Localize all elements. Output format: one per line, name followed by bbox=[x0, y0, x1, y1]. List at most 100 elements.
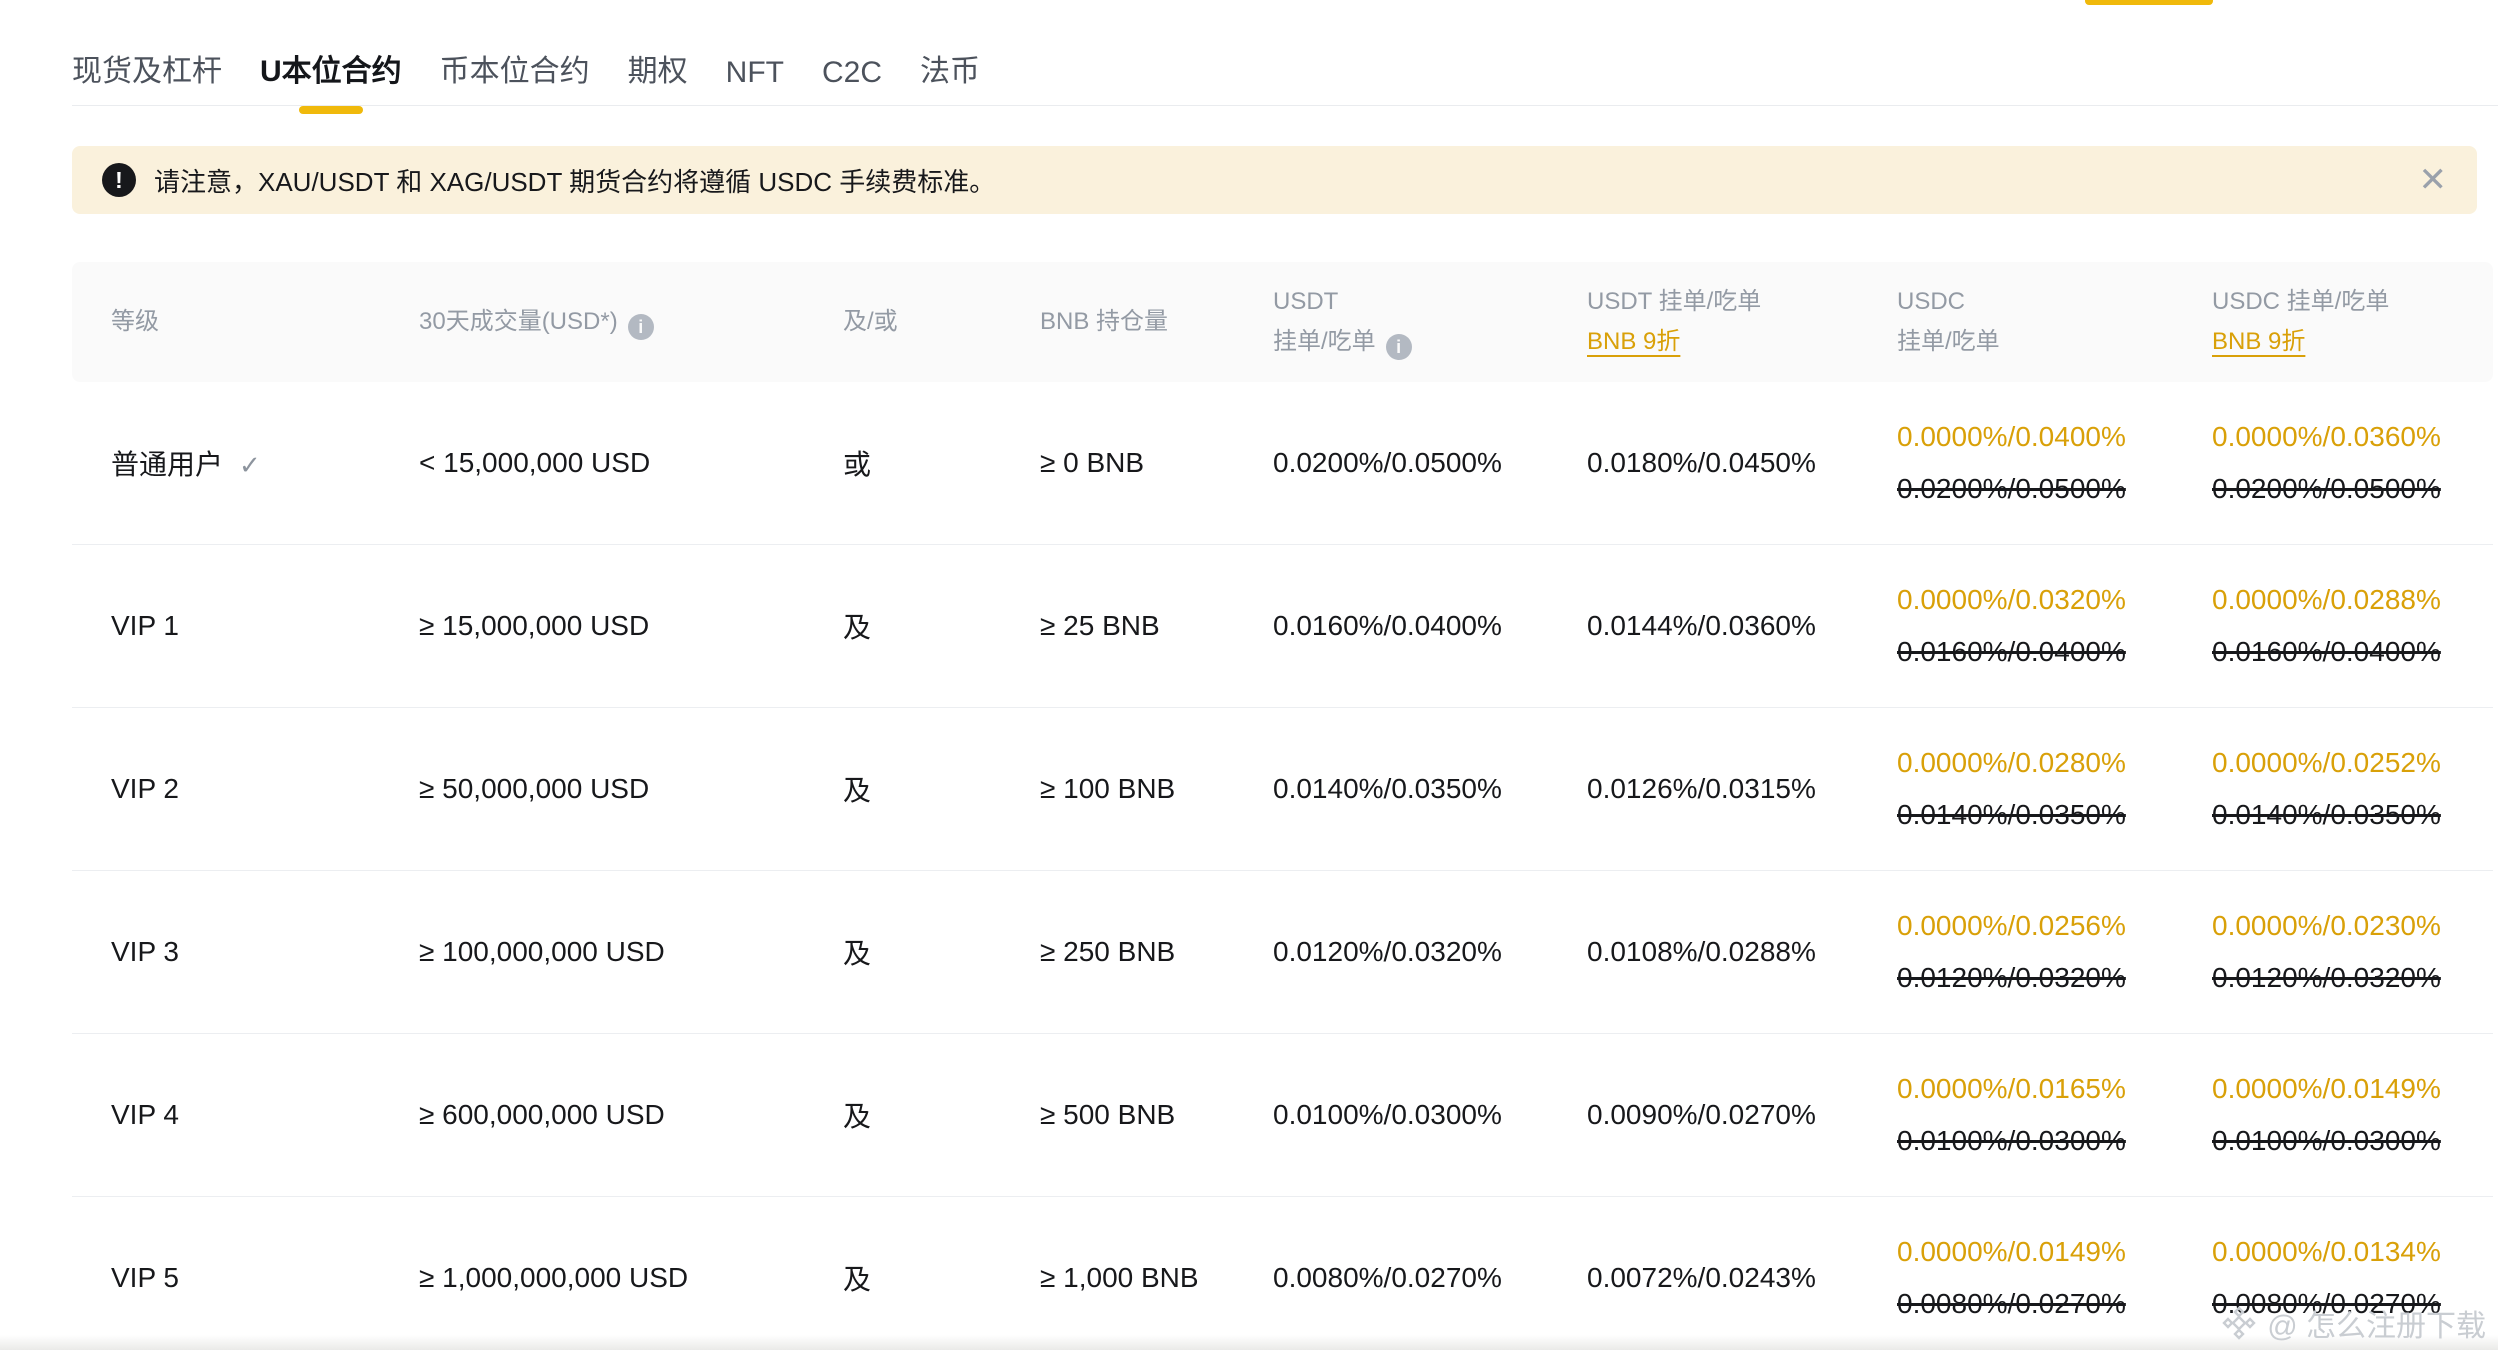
column-subtitle-line: BNB 9折 bbox=[1587, 322, 1897, 362]
column-title-line: USDC bbox=[1897, 282, 2212, 322]
column-title: 等级 bbox=[111, 308, 159, 335]
cell-usdc-fee: 0.0000%/0.0400%0.0200%/0.0500% bbox=[1897, 411, 2212, 515]
column-subtitle-line: BNB 9折 bbox=[2212, 322, 2493, 362]
fee-rate-page: 现货及杠杆U本位合约币本位合约期权NFTC2C法币 ! 请注意，XAU/USDT… bbox=[0, 0, 2498, 1350]
discounted-fee: 0.0000%/0.0360% bbox=[2212, 411, 2493, 463]
cell-level: VIP 4 bbox=[111, 1099, 419, 1131]
notice-banner: ! 请注意，XAU/USDT 和 XAG/USDT 期货合约将遵循 USDC 手… bbox=[72, 146, 2477, 214]
cell-usdc-fee: 0.0000%/0.0320%0.0160%/0.0400% bbox=[1897, 574, 2212, 678]
info-icon[interactable]: i bbox=[1386, 334, 1412, 360]
cell-usdt-bnb-fee: 0.0072%/0.0243% bbox=[1587, 1262, 1897, 1294]
cell-volume: ≥ 15,000,000 USD bbox=[419, 610, 843, 642]
cell-bnb-holding: ≥ 250 BNB bbox=[1040, 936, 1273, 968]
column-header-bnb-holding: BNB 持仓量 bbox=[1040, 302, 1273, 342]
current-level-check-icon: ✓ bbox=[239, 450, 261, 480]
discounted-fee: 0.0000%/0.0288% bbox=[2212, 574, 2493, 626]
tab-bar-divider bbox=[72, 105, 2498, 106]
cell-level: 普通用户 ✓ bbox=[111, 443, 419, 483]
cell-usdt-bnb-fee: 0.0090%/0.0270% bbox=[1587, 1099, 1897, 1131]
tab-spot-margin[interactable]: 现货及杠杆 bbox=[72, 46, 222, 114]
tab-bar: 现货及杠杆U本位合约币本位合约期权NFTC2C法币 bbox=[72, 46, 980, 114]
discounted-fee: 0.0000%/0.0149% bbox=[2212, 1063, 2493, 1115]
fee-table-row: VIP 1 ≥ 15,000,000 USD及≥ 25 BNB 0.0160%/0.… bbox=[72, 545, 2493, 708]
column-title-line: USDT 挂单/吃单 bbox=[1587, 282, 1897, 322]
cell-level: VIP 1 bbox=[111, 610, 419, 642]
original-fee: 0.0160%/0.0400% bbox=[1897, 626, 2212, 678]
discounted-fee: 0.0000%/0.0252% bbox=[2212, 737, 2493, 789]
level-label: VIP 1 bbox=[111, 610, 179, 641]
cell-volume: ≥ 1,000,000,000 USD bbox=[419, 1262, 843, 1294]
column-title: BNB 持仓量 bbox=[1040, 308, 1168, 335]
watermark: @ 怎么注册下载 bbox=[2221, 1301, 2486, 1345]
column-title-line: 30天成交量(USD*) i bbox=[419, 302, 843, 342]
cell-volume: ≥ 600,000,000 USD bbox=[419, 1099, 843, 1131]
alert-icon: ! bbox=[102, 163, 136, 197]
original-fee: 0.0200%/0.0500% bbox=[2212, 463, 2493, 515]
cell-usdt-bnb-fee: 0.0126%/0.0315% bbox=[1587, 773, 1897, 805]
watermark-text: @ 怎么注册下载 bbox=[2267, 1301, 2486, 1345]
cell-bnb-holding: ≥ 1,000 BNB bbox=[1040, 1262, 1273, 1294]
column-header-usdc-fee-bnb: USDC 挂单/吃单 BNB 9折 bbox=[2212, 282, 2493, 362]
fee-table-row: VIP 2≥ 50,000,000 USD及≥ 100 BNB0.0140%/0… bbox=[72, 708, 2493, 871]
tab-coinm-futures[interactable]: 币本位合约 bbox=[440, 46, 590, 114]
column-header-and-or: 及/或 bbox=[843, 302, 1040, 342]
cell-level: VIP 3 bbox=[111, 936, 419, 968]
table-header: 等级30天成交量(USD*)i及/或BNB 持仓量USDT挂单/吃单iUSDT … bbox=[72, 262, 2493, 382]
close-icon[interactable]: ✕ bbox=[2415, 159, 2452, 201]
column-title: USDC 挂单/吃单 bbox=[2212, 288, 2389, 315]
discounted-fee: 0.0000%/0.0320% bbox=[1897, 574, 2212, 626]
cell-usdc-fee: 0.0000%/0.0280%0.0140%/0.0350% bbox=[1897, 737, 2212, 841]
column-title: 30天成交量(USD*) bbox=[419, 308, 618, 335]
discounted-fee: 0.0000%/0.0256% bbox=[1897, 900, 2212, 952]
info-icon[interactable]: i bbox=[628, 314, 654, 340]
column-title-line: 等级 bbox=[111, 302, 419, 342]
clipped-yellow-button[interactable] bbox=[2085, 0, 2213, 5]
cell-and-or: 及 bbox=[843, 1095, 1040, 1135]
column-subtitle: 挂单/吃单 bbox=[1273, 328, 1376, 355]
discounted-fee: 0.0000%/0.0280% bbox=[1897, 737, 2212, 789]
column-header-volume-30d: 30天成交量(USD*) i bbox=[419, 302, 843, 342]
original-fee: 0.0120%/0.0320% bbox=[1897, 952, 2212, 1004]
level-label: 普通用户 bbox=[111, 449, 223, 480]
column-title-line: USDC 挂单/吃单 bbox=[2212, 282, 2493, 322]
discounted-fee: 0.0000%/0.0149% bbox=[1897, 1226, 2212, 1278]
bnb-discount-link[interactable]: BNB 9折 bbox=[2212, 328, 2305, 355]
cell-usdt-bnb-fee: 0.0108%/0.0288% bbox=[1587, 936, 1897, 968]
cell-volume: ≥ 50,000,000 USD bbox=[419, 773, 843, 805]
cell-and-or: 及 bbox=[843, 606, 1040, 646]
fee-table-row: VIP 3≥ 100,000,000 USD及≥ 250 BNB0.0120%/… bbox=[72, 871, 2493, 1034]
column-header-usdt-fee-bnb: USDT 挂单/吃单 BNB 9折 bbox=[1587, 282, 1897, 362]
cell-usdt-fee: 0.0120%/0.0320% bbox=[1273, 936, 1587, 968]
table-body: 普通用户✓< 15,000,000 USD或≥ 0 BNB0.0200%/0.0… bbox=[72, 382, 2493, 1350]
tab-fiat[interactable]: 法币 bbox=[920, 46, 980, 114]
tab-usdm-futures[interactable]: U本位合约 bbox=[260, 46, 402, 114]
cell-usdc-fee: 0.0000%/0.0165%0.0100%/0.0300% bbox=[1897, 1063, 2212, 1167]
fee-table-row: VIP 5 ≥ 1,000,000,000 USD及≥ 1,000 BNB 0.00… bbox=[72, 1197, 2493, 1350]
cell-usdc-bnb-fee: 0.0000%/0.0149%0.0100%/0.0300% bbox=[2212, 1063, 2493, 1167]
tab-options[interactable]: 期权 bbox=[628, 46, 688, 114]
level-label: VIP 4 bbox=[111, 1099, 179, 1130]
column-header-level: 等级 bbox=[111, 302, 419, 342]
discounted-fee: 0.0000%/0.0165% bbox=[1897, 1063, 2212, 1115]
cell-level: VIP 5 bbox=[111, 1262, 419, 1294]
column-subtitle-line: 挂单/吃单 i bbox=[1273, 322, 1587, 362]
column-header-usdc-fee: USDC挂单/吃单 bbox=[1897, 282, 2212, 362]
level-label: VIP 5 bbox=[111, 1262, 179, 1293]
original-fee: 0.0120%/0.0320% bbox=[2212, 952, 2493, 1004]
original-fee: 0.0200%/0.0500% bbox=[1897, 463, 2212, 515]
cell-bnb-holding: ≥ 25 BNB bbox=[1040, 610, 1273, 642]
bnb-discount-link[interactable]: BNB 9折 bbox=[1587, 328, 1680, 355]
column-header-usdt-fee: USDT 挂单/吃单 i bbox=[1273, 282, 1587, 362]
column-subtitle-line: 挂单/吃单 bbox=[1897, 322, 2212, 362]
cell-and-or: 及 bbox=[843, 932, 1040, 972]
original-fee: 0.0160%/0.0400% bbox=[2212, 626, 2493, 678]
cell-usdc-bnb-fee: 0.0000%/0.0230%0.0120%/0.0320% bbox=[2212, 900, 2493, 1004]
fee-table: 等级30天成交量(USD*)i及/或BNB 持仓量USDT挂单/吃单iUSDT … bbox=[72, 262, 2493, 1350]
column-title-line: USDT bbox=[1273, 282, 1587, 322]
discounted-fee: 0.0000%/0.0134% bbox=[2212, 1226, 2493, 1278]
original-fee: 0.0100%/0.0300% bbox=[1897, 1115, 2212, 1167]
cell-usdc-fee: 0.0000%/0.0256%0.0120%/0.0320% bbox=[1897, 900, 2212, 1004]
cell-and-or: 及 bbox=[843, 1258, 1040, 1298]
column-title: USDT 挂单/吃单 bbox=[1587, 288, 1761, 315]
column-title: USDT bbox=[1273, 288, 1338, 315]
